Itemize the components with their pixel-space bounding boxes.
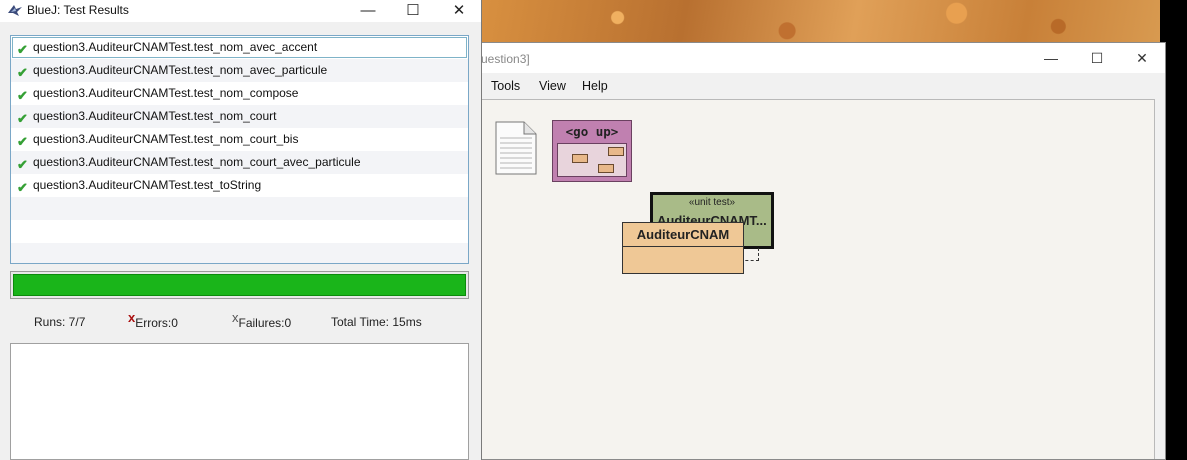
main-titlebar: uestion3] — ☐ ✕ <box>471 43 1165 73</box>
main-window-title: uestion3] <box>481 52 530 66</box>
class-name: AuditeurCNAM <box>636 227 730 242</box>
test-row[interactable]: ✔ question3.AuditeurCNAMTest.test_nom_com… <box>11 82 468 105</box>
test-list[interactable]: ✔ question3.AuditeurCNAMTest.test_nom_ave… <box>10 35 469 264</box>
bluej-bird-icon <box>8 5 22 16</box>
menu-tools[interactable]: Tools <box>491 79 520 93</box>
mini-class-icon <box>572 154 588 163</box>
test-name: question3.AuditeurCNAMTest.test_nom_cour… <box>33 132 299 146</box>
class-separator <box>623 246 743 247</box>
check-icon: ✔ <box>17 180 28 195</box>
test-name: question3.AuditeurCNAMTest.test_nom_avec… <box>33 40 318 54</box>
go-up-label: <go up> <box>565 124 619 139</box>
menu-view[interactable]: View <box>539 79 566 93</box>
errors-stat: xErrors:0 <box>128 310 178 330</box>
test-results-window: BlueJ: Test Results — ☐ ✕ ✔ question3.Aud… <box>0 0 482 460</box>
error-x-icon: x <box>128 310 136 325</box>
minimize-icon[interactable]: — <box>1041 49 1061 67</box>
empty-row <box>11 243 468 263</box>
menu-help[interactable]: Help <box>582 79 608 93</box>
test-progress-bar <box>10 271 469 299</box>
test-name: question3.AuditeurCNAMTest.test_nom_cour… <box>33 109 277 123</box>
go-up-package[interactable]: <go up> <box>552 120 632 182</box>
minimize-icon[interactable]: — <box>348 0 388 22</box>
test-row[interactable]: ✔ question3.AuditeurCNAMTest.test_nom_cou… <box>11 128 468 151</box>
progress-fill <box>13 274 466 296</box>
check-icon: ✔ <box>17 157 28 172</box>
unit-test-stereotype: «unit test» <box>688 197 736 208</box>
package-contents-icon <box>557 143 627 177</box>
menu-bar: Tools View Help <box>471 73 1165 99</box>
test-row[interactable]: ✔ question3.AuditeurCNAMTest.test_nom_ave… <box>11 59 468 82</box>
check-icon: ✔ <box>17 134 28 149</box>
maximize-icon[interactable]: ☐ <box>393 0 433 22</box>
empty-row <box>11 197 468 220</box>
test-results-titlebar: BlueJ: Test Results — ☐ ✕ <box>0 0 481 22</box>
close-icon[interactable]: ✕ <box>1132 49 1152 67</box>
check-icon: ✔ <box>17 42 28 57</box>
test-name: question3.AuditeurCNAMTest.test_nom_cour… <box>33 155 361 169</box>
test-row[interactable]: ✔ question3.AuditeurCNAMTest.test_nom_ave… <box>11 36 468 59</box>
test-row[interactable]: ✔ question3.AuditeurCNAMTest.test_nom_cou… <box>11 105 468 128</box>
test-name: question3.AuditeurCNAMTest.test_nom_avec… <box>33 63 328 77</box>
class-box[interactable]: AuditeurCNAM <box>622 222 744 274</box>
check-icon: ✔ <box>17 88 28 103</box>
maximize-icon[interactable]: ☐ <box>1087 49 1107 67</box>
mini-class-icon <box>608 147 624 156</box>
total-time: Total Time: 15ms <box>331 315 422 329</box>
failure-x-icon: x <box>232 310 239 325</box>
failure-details-area[interactable] <box>10 343 469 460</box>
window-title: BlueJ: Test Results <box>27 3 129 17</box>
class-diagram-canvas[interactable]: <go up> «unit test» AuditeurCNAMT... Aud… <box>481 99 1155 459</box>
empty-row <box>11 220 468 243</box>
check-icon: ✔ <box>17 111 28 126</box>
desktop-background <box>482 0 1160 44</box>
test-name: question3.AuditeurCNAMTest.test_nom_comp… <box>33 86 299 100</box>
bluej-main-window: uestion3] — ☐ ✕ Tools View Help <go up> <box>470 42 1166 460</box>
failures-stat: xFailures:0 <box>232 310 292 330</box>
errors-count: Errors:0 <box>135 316 178 330</box>
test-row[interactable]: ✔ question3.AuditeurCNAMTest.test_nom_cou… <box>11 151 468 174</box>
failures-count: Failures:0 <box>238 316 292 330</box>
test-name: question3.AuditeurCNAMTest.test_toString <box>33 178 262 192</box>
close-icon[interactable]: ✕ <box>439 0 479 22</box>
mini-class-icon <box>598 164 614 173</box>
readme-file-icon[interactable] <box>494 120 538 176</box>
runs-count: Runs: 7/7 <box>34 315 86 329</box>
check-icon: ✔ <box>17 65 28 80</box>
test-row[interactable]: ✔ question3.AuditeurCNAMTest.test_toStrin… <box>11 174 468 197</box>
